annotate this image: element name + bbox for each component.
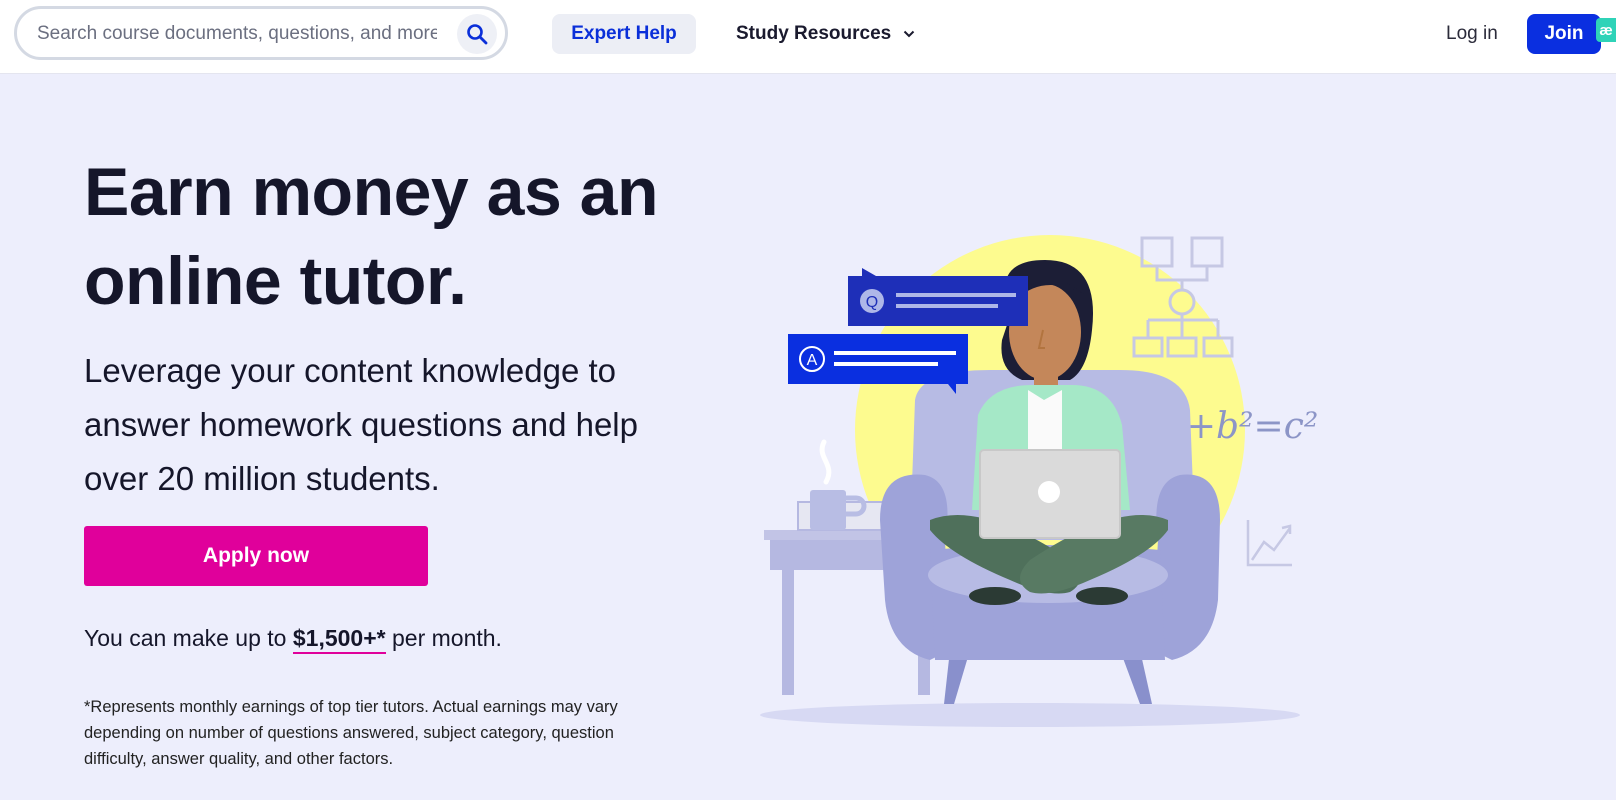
search-icon	[467, 24, 488, 45]
earnings-amount: $1,500+*	[292, 625, 386, 654]
join-button[interactable]: Join	[1527, 14, 1601, 54]
extension-badge[interactable]: æ	[1596, 18, 1616, 42]
earnings-statement: You can make up to $1,500+* per month.	[84, 625, 502, 654]
chevron-down-icon	[904, 30, 915, 38]
earnings-prefix: You can make up to	[84, 625, 293, 651]
hero-subtitle: Leverage your content knowledge to answe…	[84, 352, 638, 497]
earnings-suffix: per month.	[385, 625, 502, 651]
study-resources-label: Study Resources	[736, 23, 892, 44]
search-button[interactable]	[457, 14, 497, 54]
tutor-illustration: a²+b²=c² Q A	[760, 235, 1318, 727]
study-resources-menu[interactable]: Study Resources	[736, 14, 915, 54]
earnings-disclaimer: *Represents monthly earnings of top tier…	[84, 698, 618, 768]
search-input[interactable]	[35, 19, 439, 49]
floor-shadow	[760, 703, 1300, 727]
top-navigation: Expert Help Study Resources Log in Join …	[0, 0, 1616, 74]
login-link[interactable]: Log in	[1446, 14, 1498, 54]
bubble-a-letter: A	[807, 352, 818, 369]
hero-title: Earn money as an online tutor.	[84, 154, 659, 319]
question-bubble: Q	[848, 268, 1028, 326]
chart-doodle	[1246, 520, 1292, 567]
bubble-q-letter: Q	[866, 294, 878, 311]
search-bar	[14, 6, 508, 60]
apply-now-button[interactable]: Apply now	[84, 526, 428, 586]
expert-help-button[interactable]: Expert Help	[552, 14, 696, 54]
